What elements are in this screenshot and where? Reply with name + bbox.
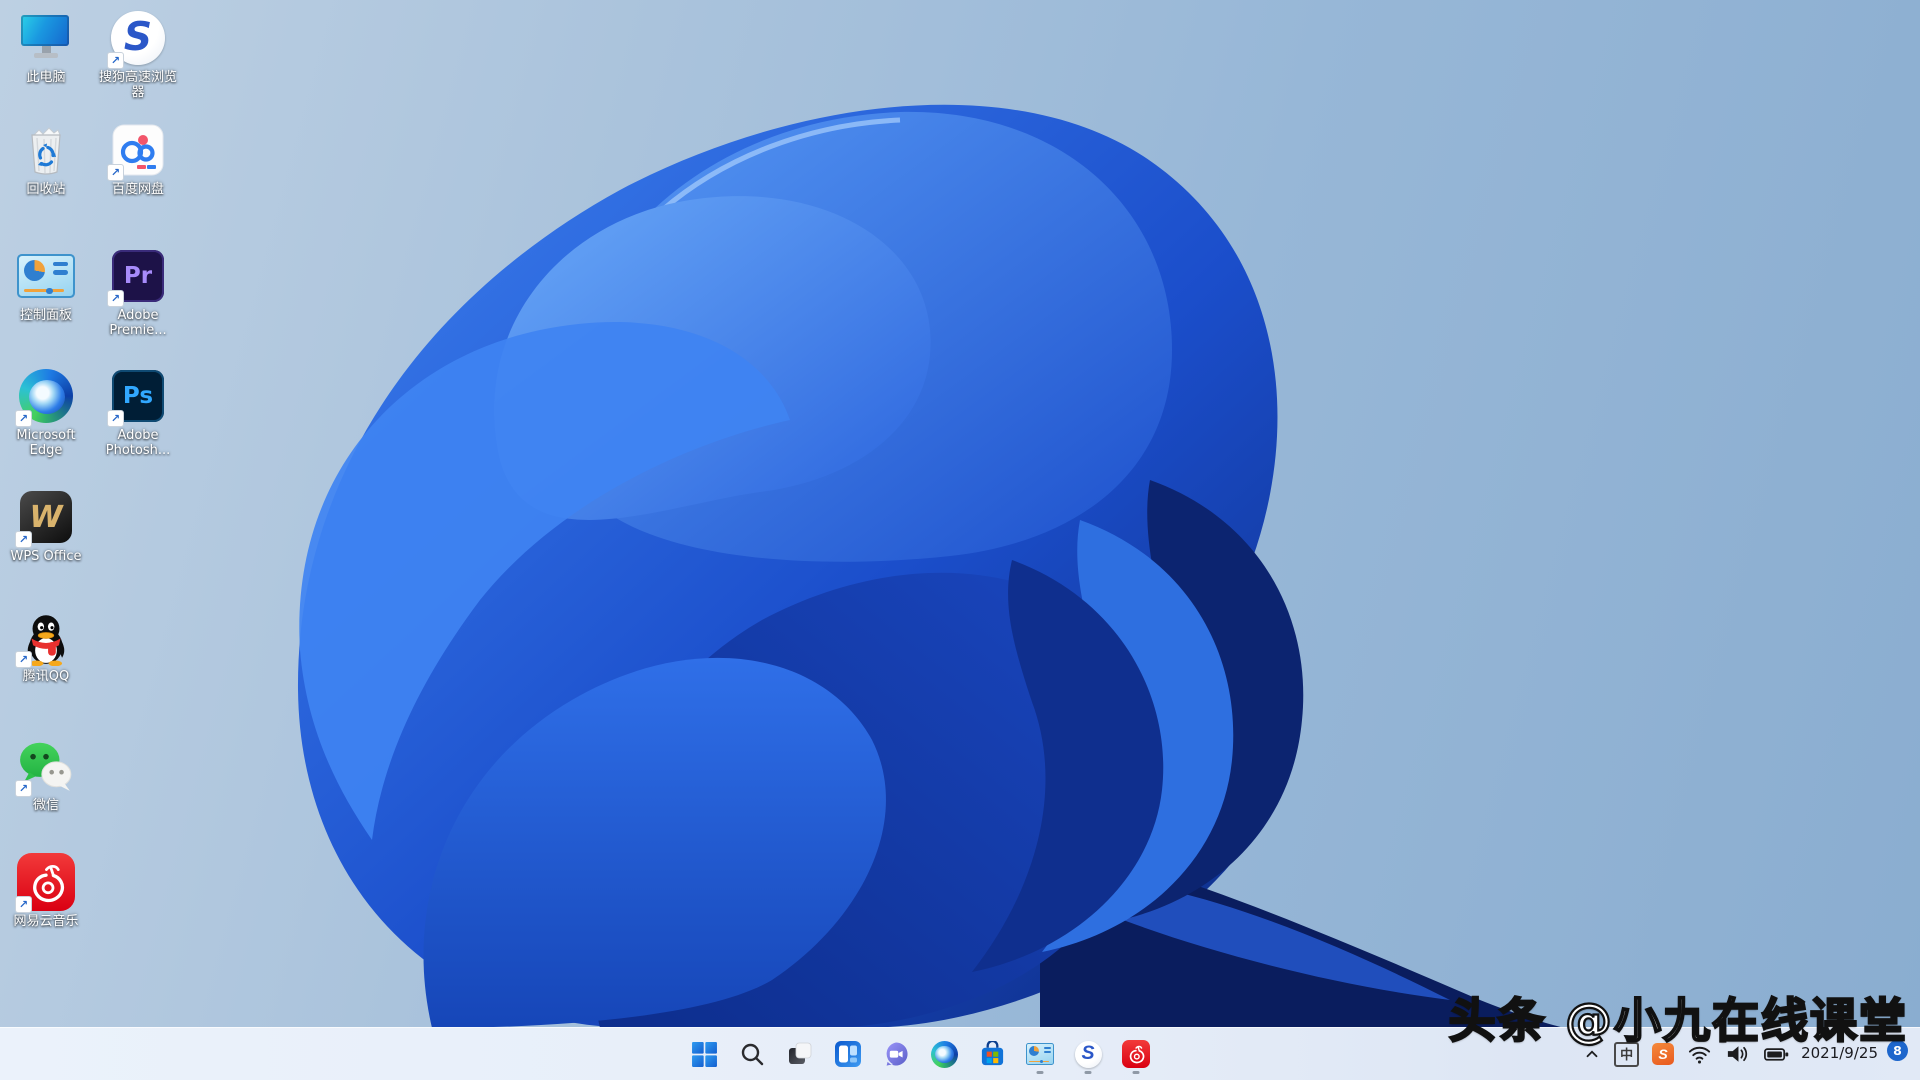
desktop-icon-adobe-photoshop[interactable]: Ps ↗ Adobe Photosh... [92,366,184,459]
widgets-icon [835,1041,861,1067]
desktop-icon-label: 腾讯QQ [22,669,70,684]
desktop-icon-tencent-qq[interactable]: ↗ 腾讯QQ [0,607,92,684]
desktop-icon-sogou-browser[interactable]: S ↗ 搜狗高速浏览器 [92,8,184,101]
desktop-icon-recycle-bin[interactable]: 回收站 [0,120,92,197]
chevron-up-icon [1586,1050,1598,1058]
running-indicator [1132,1071,1140,1074]
desktop-icon-wps-office[interactable]: W ↗ WPS Office [0,487,92,564]
wifi-icon [1689,1046,1711,1064]
desktop-icon-adobe-premiere[interactable]: Pr ↗ Adobe Premie... [92,246,184,339]
desktop-area[interactable]: 此电脑 S ↗ 搜狗高速浏览器 回收站 ↗ 百度网盘 控制面板 Pr ↗ Ado… [0,0,1920,1080]
desktop-icon-microsoft-edge[interactable]: ↗ Microsoft Edge [0,366,92,459]
desktop-icon-baidu-netdisk[interactable]: ↗ 百度网盘 [92,120,184,197]
search-button[interactable] [730,1032,774,1076]
wechat-icon: ↗ [15,736,76,797]
microsoft-store-icon [981,1040,1003,1065]
sogou-browser-taskbar-button[interactable]: S [1066,1032,1110,1076]
control-panel-icon [1025,1042,1055,1066]
desktop-icon-label: Adobe Photosh... [105,428,171,459]
start-button[interactable] [682,1032,726,1076]
desktop-icon-label: 百度网盘 [111,182,164,197]
shortcut-arrow-icon: ↗ [107,164,124,181]
shortcut-arrow-icon: ↗ [107,290,124,307]
desktop-icon-label: 控制面板 [19,308,72,323]
shortcut-arrow-icon: ↗ [15,896,32,913]
shortcut-arrow-icon: ↗ [15,531,32,548]
notification-badge[interactable]: 8 [1887,1039,1908,1061]
shortcut-arrow-icon: ↗ [15,780,32,797]
desktop-icon-label: 回收站 [26,182,66,197]
control-panel-taskbar-button[interactable] [1018,1032,1062,1076]
running-indicator [1036,1071,1044,1074]
recycle-bin-icon [16,120,76,180]
taskbar-center-icons: S [682,1028,1158,1080]
desktop-icon-label: 网易云音乐 [13,914,79,929]
desktop-icon-control-panel[interactable]: 控制面板 [0,246,92,323]
chat-icon [886,1042,908,1066]
edge-icon [930,1040,958,1068]
desktop-icon-wechat[interactable]: ↗ 微信 [0,736,92,813]
shortcut-arrow-icon: ↗ [107,52,124,69]
edge-icon: ↗ [15,366,76,427]
battery-button[interactable] [1761,1040,1792,1068]
widgets-button[interactable] [826,1032,870,1076]
desktop-icon-this-pc[interactable]: 此电脑 [0,8,92,85]
windows-desktop[interactable]: { "colors":{ "background_left":"#aac3dc"… [0,0,1920,1080]
shortcut-arrow-icon: ↗ [107,410,124,427]
desktop-icon-label: 微信 [32,798,59,813]
adobe-photoshop-icon: Ps ↗ [107,366,168,427]
ime-mode-button[interactable]: 中 [1612,1040,1641,1069]
netease-music-taskbar-button[interactable] [1114,1032,1158,1076]
running-indicator [1084,1071,1092,1074]
clock[interactable]: 2021/9/25 [1801,1044,1878,1063]
sogou-browser-icon: S ↗ [107,8,168,69]
sogou-input-icon: S [1652,1043,1675,1065]
desktop-icon-label: WPS Office [10,549,82,564]
windows-logo-icon [691,1041,717,1067]
desktop-icon-label: Adobe Premie... [109,308,167,339]
edge-button[interactable] [922,1032,966,1076]
this-pc-icon [16,8,76,68]
task-view-icon [789,1042,812,1064]
sogou-ime-button[interactable]: S [1650,1041,1676,1067]
speaker-icon [1727,1046,1748,1062]
control-panel-icon [16,246,76,306]
desktop-icon-netease-music[interactable]: ↗ 网易云音乐 [0,852,92,929]
shortcut-arrow-icon: ↗ [15,410,32,427]
tray-date: 2021/9/25 [1801,1044,1878,1063]
desktop-icon-label: 此电脑 [26,70,66,85]
adobe-premiere-icon: Pr ↗ [107,246,168,307]
desktop-icon-label: 搜狗高速浏览器 [98,70,177,101]
netease-music-icon [1122,1040,1150,1068]
desktop-icon-label: Microsoft Edge [16,428,76,459]
wifi-button[interactable] [1685,1040,1714,1068]
chat-button[interactable] [874,1032,918,1076]
volume-button[interactable] [1723,1040,1752,1068]
store-button[interactable] [970,1032,1014,1076]
sogou-browser-icon: S [1074,1040,1102,1068]
qq-penguin-icon: ↗ [15,607,76,668]
taskbar: S 中 S 2021/9/25 8 [0,1027,1920,1080]
battery-icon [1764,1048,1789,1061]
baidu-netdisk-icon: ↗ [107,120,168,181]
wps-office-icon: W ↗ [15,487,76,548]
shortcut-arrow-icon: ↗ [15,651,32,668]
ime-chinese-icon: 中 [1614,1041,1640,1067]
search-icon [741,1043,764,1066]
netease-music-icon: ↗ [15,852,76,913]
show-hidden-icons-button[interactable] [1581,1043,1603,1065]
task-view-button[interactable] [778,1032,822,1076]
system-tray: 中 S 2021/9/25 8 [1581,1028,1908,1080]
